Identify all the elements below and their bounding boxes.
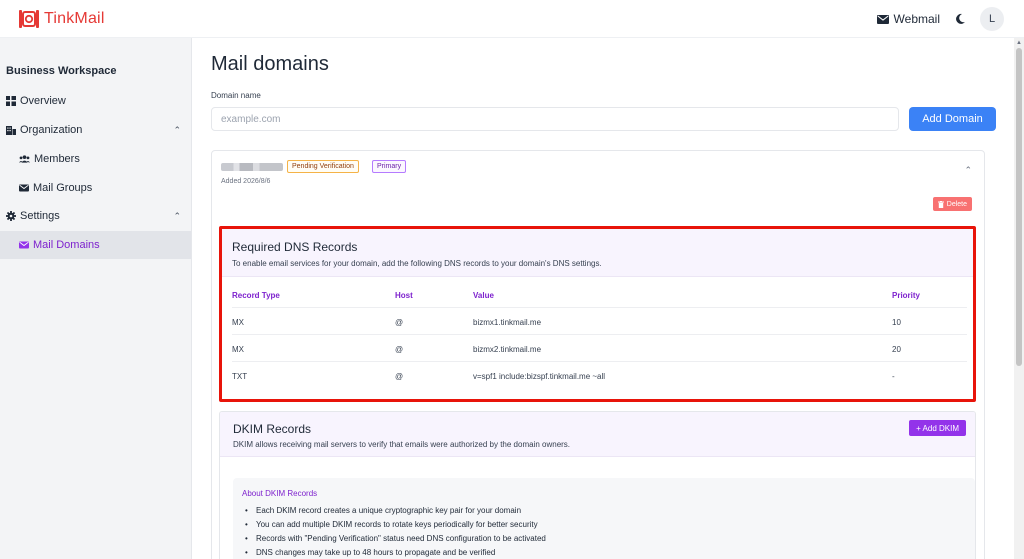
delete-domain-button[interactable]: Delete <box>932 197 972 211</box>
domain-name-label: Domain name <box>211 91 261 100</box>
dns-records-section: Required DNS Records To enable email ser… <box>219 226 976 402</box>
moon-icon[interactable] <box>954 13 966 25</box>
dkim-records-title: DKIM Records <box>233 422 312 436</box>
chevron-up-icon[interactable]: ⌃ <box>964 165 972 176</box>
table-header: Record Type Host Value Priority <box>232 281 967 308</box>
page-title: Mail domains <box>211 53 329 75</box>
about-dkim-title: About DKIM Records <box>242 489 318 498</box>
brand[interactable]: TinkMail <box>18 9 105 29</box>
webmail-label: Webmail <box>893 12 940 26</box>
added-date: Added 2026/8/6 <box>221 178 271 185</box>
domain-name-redacted <box>221 163 283 171</box>
value-cell: bizmx1.tinkmail.me <box>473 318 542 327</box>
dkim-records-header: DKIM Records DKIM allows receiving mail … <box>220 412 975 457</box>
value-cell: bizmx2.tinkmail.me <box>473 345 542 354</box>
chevron-up-icon[interactable]: ⌃ <box>173 125 181 136</box>
add-dkim-button[interactable]: + Add DKIM <box>909 420 966 436</box>
app-name: TinkMail <box>44 10 105 27</box>
host-cell: @ <box>395 345 404 354</box>
record-type-cell: MX <box>232 345 244 354</box>
about-dkim-list: Each DKIM record creates a unique crypto… <box>245 504 546 559</box>
dkim-records-description: DKIM allows receiving mail servers to ve… <box>233 440 571 449</box>
host-cell: @ <box>395 372 404 381</box>
domain-name-input[interactable] <box>211 107 899 131</box>
list-item: Each DKIM record creates a unique crypto… <box>245 504 546 518</box>
tinkmail-logo-icon <box>19 10 39 28</box>
record-type-cell: TXT <box>232 372 248 381</box>
sidebar-item-mail-domains[interactable]: Mail Domains <box>0 231 191 259</box>
workspace-title: Business Workspace <box>6 65 117 77</box>
priority-cell: 10 <box>892 318 901 327</box>
list-item: Records with "Pending Verification" stat… <box>245 532 546 546</box>
dns-records-header: Required DNS Records To enable email ser… <box>222 229 973 277</box>
sidebar-item-label: Organization <box>20 124 83 136</box>
column-header-value: Value <box>473 291 494 300</box>
about-dkim-box: About DKIM Records Each DKIM record crea… <box>233 478 975 559</box>
value-cell: v=spf1 include:bizspf.tinkmail.me ~all <box>473 372 606 381</box>
column-header-priority: Priority <box>892 291 921 300</box>
add-domain-button[interactable]: Add Domain <box>909 107 996 131</box>
primary-badge: Primary <box>372 160 407 173</box>
avatar[interactable]: L <box>980 7 1004 31</box>
webmail-link[interactable]: Webmail <box>876 12 940 26</box>
list-item: DNS changes may take up to 48 hours to p… <box>245 546 546 559</box>
top-bar: TinkMail Webmail L <box>0 0 1024 38</box>
list-item: You can add multiple DKIM records to rot… <box>245 518 546 532</box>
sidebar-item-organization[interactable]: Organization ⌃ <box>0 116 191 144</box>
sidebar-item-settings[interactable]: Settings ⌃ <box>0 202 191 230</box>
mail-icon <box>876 14 889 24</box>
delete-label: Delete <box>946 200 967 208</box>
chevron-up-icon[interactable]: ⌃ <box>173 211 181 222</box>
status-badge: Pending Verification <box>287 160 359 173</box>
table-row: MX @ bizmx1.tinkmail.me 10 <box>232 308 967 335</box>
mail-domains-icon <box>19 241 29 249</box>
sidebar: Business Workspace Overview Organization… <box>0 38 192 559</box>
page-scrollbar[interactable]: ▲ <box>1014 38 1024 559</box>
host-cell: @ <box>395 318 404 327</box>
scroll-up-arrow-icon[interactable]: ▲ <box>1016 40 1022 46</box>
sidebar-item-label: Members <box>34 153 80 165</box>
main-content: Mail domains Domain name Add Domain Pend… <box>192 38 1014 559</box>
column-header-record-type: Record Type <box>232 291 280 300</box>
record-type-cell: MX <box>232 318 244 327</box>
trash-icon <box>937 200 944 208</box>
table-row: MX @ bizmx2.tinkmail.me 20 <box>232 335 967 362</box>
building-icon <box>6 126 16 135</box>
sidebar-item-label: Mail Domains <box>33 239 100 251</box>
dns-records-description: To enable email services for your domain… <box>232 259 602 268</box>
column-header-host: Host <box>395 291 413 300</box>
dns-records-title: Required DNS Records <box>232 240 358 254</box>
dns-records-table: Record Type Host Value Priority MX @ biz… <box>232 281 967 389</box>
sidebar-item-overview[interactable]: Overview <box>0 87 191 115</box>
priority-cell: - <box>892 372 895 381</box>
sidebar-item-label: Settings <box>20 210 60 222</box>
sidebar-item-label: Overview <box>20 95 66 107</box>
dkim-records-section: DKIM Records DKIM allows receiving mail … <box>219 411 976 559</box>
grid-icon <box>6 96 16 106</box>
users-icon <box>19 155 30 163</box>
sidebar-item-label: Mail Groups <box>33 182 93 194</box>
gear-icon <box>6 211 16 221</box>
domain-card: Pending Verification Primary Added 2026/… <box>211 150 985 559</box>
table-row: TXT @ v=spf1 include:bizspf.tinkmail.me … <box>232 362 967 389</box>
sidebar-item-members[interactable]: Members <box>0 145 191 173</box>
sidebar-item-mail-groups[interactable]: Mail Groups <box>0 174 191 202</box>
mail-group-icon <box>19 184 29 192</box>
scrollbar-thumb[interactable] <box>1016 48 1022 366</box>
priority-cell: 20 <box>892 345 901 354</box>
